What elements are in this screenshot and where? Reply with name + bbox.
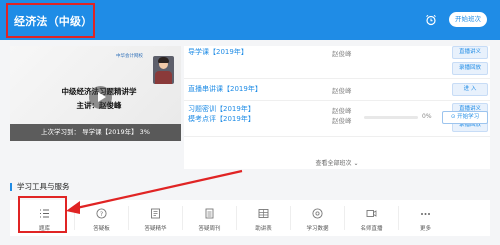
tools-bar: 题库 ? 答疑板 答疑精华 答疑周刊 助讲表 学习数据 名师直播 更多 xyxy=(10,200,490,236)
lesson-list: 导学课【2019年】 赵俊峰 直播讲义 录播回放 直播串讲课【2019年】 赵俊… xyxy=(184,46,490,169)
progress-percent: 0% xyxy=(422,113,432,120)
start-learning-button[interactable]: ⊙ 开始学习 xyxy=(442,111,488,124)
lesson-row: 导学课【2019年】 赵俊峰 直播讲义 录播回放 xyxy=(184,46,490,86)
tool-label: 答疑精华 xyxy=(144,226,167,232)
switch-class-button[interactable]: 开始班次 xyxy=(449,12,487,27)
progress-bar xyxy=(364,116,418,119)
tool-label: 答疑板 xyxy=(93,226,110,232)
row-divider xyxy=(184,136,490,137)
svg-text:?: ? xyxy=(100,210,103,218)
lesson-title[interactable]: 直播串讲课【2019年】 xyxy=(188,84,262,94)
start-learning-label: 开始学习 xyxy=(457,114,480,120)
chart-icon xyxy=(312,208,323,219)
course-header: 经济法（中级） 开始班次 xyxy=(0,0,500,40)
tool-label: 更多 xyxy=(419,226,431,232)
document-icon xyxy=(205,208,214,219)
tool-qa-essence[interactable]: 答疑精华 xyxy=(129,200,182,236)
row-divider xyxy=(184,78,490,79)
tools-heading: 学习工具与服务 xyxy=(10,183,70,191)
question-icon: ? xyxy=(96,208,107,219)
tool-qa-weekly[interactable]: 答疑周刊 xyxy=(183,200,236,236)
lesson-teacher: 赵俊峰 xyxy=(332,50,352,58)
tool-label: 答疑周刊 xyxy=(198,226,221,232)
teacher-portrait xyxy=(153,56,174,84)
live-icon xyxy=(366,210,377,217)
lesson-title[interactable]: 模考点评【2019年】 xyxy=(188,114,255,124)
live-notes-button[interactable]: 直播讲义 xyxy=(452,46,488,59)
lesson-teacher: 赵俊峰 xyxy=(332,107,352,115)
tool-more[interactable]: 更多 xyxy=(399,200,452,236)
lesson-teacher: 赵俊峰 xyxy=(332,117,352,125)
tool-label: 学习数据 xyxy=(306,226,329,232)
replay-button[interactable]: 录播回放 xyxy=(452,62,488,75)
lesson-row: 直播串讲课【2019年】 赵俊峰 进 入 xyxy=(184,82,490,102)
tool-label: 助讲表 xyxy=(255,226,272,232)
video-card[interactable]: 中华会计网校 中级经济法习题精讲学 主讲：赵俊峰 上次学习到： 导学课【2019… xyxy=(10,46,181,141)
lesson-title[interactable]: 导学课【2019年】 xyxy=(188,47,248,57)
tool-study-data[interactable]: 学习数据 xyxy=(291,200,344,236)
enter-button[interactable]: 进 入 xyxy=(452,83,488,96)
last-study-bar[interactable]: 上次学习到： 导学课【2019年】 3% xyxy=(10,124,181,141)
view-all-classes-link[interactable]: 查看全部班次 ⌄ xyxy=(184,158,490,167)
more-icon xyxy=(421,213,430,215)
question-bank-highlight-box xyxy=(18,196,67,233)
row-divider xyxy=(184,100,490,101)
alarm-clock-icon[interactable] xyxy=(425,14,437,26)
video-thumbnail[interactable]: 中华会计网校 中级经济法习题精讲学 主讲：赵俊峰 上次学习到： 导学课【2019… xyxy=(10,46,181,141)
tool-label: 名师直播 xyxy=(360,226,383,232)
lesson-title[interactable]: 习题密训【2019年】 xyxy=(188,104,255,114)
book-icon xyxy=(151,208,160,219)
play-icon[interactable] xyxy=(89,86,112,109)
tool-live-teacher[interactable]: 名师直播 xyxy=(345,200,398,236)
video-logo: 中华会计网校 xyxy=(116,54,143,59)
title-highlight-box xyxy=(6,3,95,38)
lesson-teacher: 赵俊峰 xyxy=(332,87,352,95)
tool-lecture-table[interactable]: 助讲表 xyxy=(237,200,290,236)
tool-qa-board[interactable]: ? 答疑板 xyxy=(75,200,128,236)
table-icon xyxy=(258,209,269,218)
